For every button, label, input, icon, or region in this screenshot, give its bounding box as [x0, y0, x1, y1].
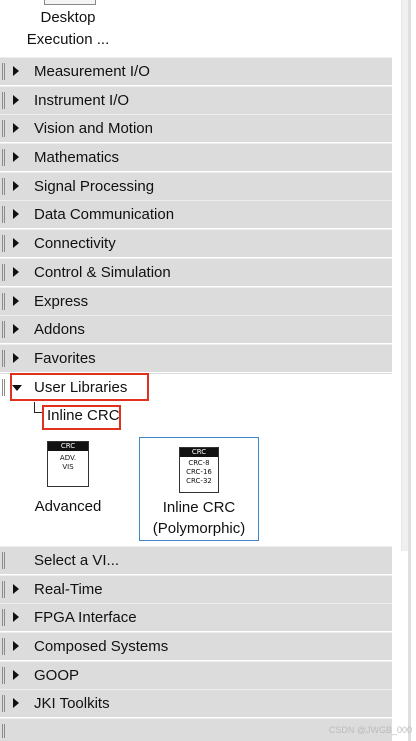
drag-grip-icon[interactable]: [2, 379, 5, 396]
drag-grip-icon[interactable]: [2, 63, 5, 80]
expand-arrow-icon[interactable]: [13, 152, 19, 162]
expand-arrow-icon[interactable]: [13, 641, 19, 651]
palette-row-favorites[interactable]: Favorites: [0, 344, 392, 372]
desktop-execution-icon: [44, 0, 96, 5]
icon-header: CRC: [180, 448, 218, 457]
row-label: Addons: [34, 321, 85, 338]
palette-row-control-simulation[interactable]: Control & Simulation: [0, 258, 392, 286]
drag-grip-icon[interactable]: [2, 178, 5, 195]
expand-arrow-icon[interactable]: [13, 584, 19, 594]
row-label: Express: [34, 293, 89, 310]
drag-grip-icon[interactable]: [2, 235, 5, 252]
expand-arrow-icon[interactable]: [13, 123, 19, 133]
expand-arrow-icon[interactable]: [13, 267, 19, 277]
row-label: Vision and Motion: [34, 120, 153, 137]
icon-text: CRC-32: [186, 477, 212, 485]
palette-row-express[interactable]: Express: [0, 287, 392, 315]
drag-grip-icon[interactable]: [2, 120, 5, 137]
advanced-vi-icon: CRC ADV. VIS: [47, 441, 89, 487]
palette-row-goop[interactable]: GOOP: [0, 661, 392, 689]
expand-arrow-icon[interactable]: [13, 296, 19, 306]
drag-grip-icon[interactable]: [2, 149, 5, 166]
drag-grip-icon[interactable]: [2, 206, 5, 223]
palette-row-real-time[interactable]: Real-Time: [0, 575, 392, 603]
drag-grip-icon: [2, 724, 5, 738]
row-label: Data Communication: [34, 206, 175, 223]
row-label: Mathematics: [34, 149, 120, 166]
row-label: FPGA Interface: [34, 609, 137, 626]
palette-row-addons[interactable]: Addons: [0, 315, 392, 343]
row-label: Instrument I/O: [34, 92, 130, 109]
desktop-execution-item[interactable]: Desktop Execution ...: [0, 0, 392, 56]
highlight-box-inline-crc: [42, 405, 121, 430]
desktop-execution-label-line2: Execution ...: [26, 31, 110, 48]
drag-grip-icon[interactable]: [2, 293, 5, 310]
drag-grip-icon[interactable]: [2, 350, 5, 367]
expand-arrow-icon[interactable]: [13, 612, 19, 622]
drag-grip-icon[interactable]: [2, 264, 5, 281]
row-label: Composed Systems: [34, 638, 169, 655]
expand-arrow-icon[interactable]: [13, 670, 19, 680]
palette-row-instrument-io[interactable]: Instrument I/O: [0, 86, 392, 114]
palette-row-fpga-interface[interactable]: FPGA Interface: [0, 603, 392, 631]
palette-row-vision-motion[interactable]: Vision and Motion: [0, 114, 392, 142]
vi-inline-crc-polymorphic[interactable]: CRC CRC-8 CRC-16 CRC-32 Inline CRC (Poly…: [139, 437, 259, 541]
drag-grip-icon[interactable]: [2, 92, 5, 109]
drag-grip-icon[interactable]: [2, 638, 5, 655]
desktop-execution-label-line1: Desktop: [40, 9, 96, 26]
watermark-text: CSDN @JWGB_000: [328, 725, 412, 735]
palette-row-measurement-io[interactable]: Measurement I/O: [0, 57, 392, 85]
drag-grip-icon[interactable]: [2, 695, 5, 712]
drag-grip-icon[interactable]: [2, 667, 5, 684]
expand-arrow-icon[interactable]: [13, 95, 19, 105]
vi-label: Advanced: [34, 498, 102, 515]
expand-arrow-icon[interactable]: [13, 66, 19, 76]
palette-row-mathematics[interactable]: Mathematics: [0, 143, 392, 171]
row-label: Measurement I/O: [34, 63, 150, 80]
drag-grip-icon[interactable]: [2, 581, 5, 598]
expand-arrow-icon[interactable]: [13, 238, 19, 248]
expand-arrow-icon[interactable]: [13, 181, 19, 191]
row-label: Real-Time: [34, 581, 103, 598]
drag-grip-icon[interactable]: [2, 321, 5, 338]
icon-text: VIS: [62, 463, 74, 471]
icon-text: CRC-16: [186, 468, 212, 476]
palette-row-composed-systems[interactable]: Composed Systems: [0, 632, 392, 660]
drag-grip-icon[interactable]: [2, 552, 5, 569]
icon-text: CRC-8: [188, 459, 210, 467]
expand-arrow-icon[interactable]: [13, 698, 19, 708]
palette-row-connectivity[interactable]: Connectivity: [0, 229, 392, 257]
row-label: Select a VI...: [34, 552, 120, 569]
row-label: Control & Simulation: [34, 264, 171, 281]
scrollbar-edge: [408, 0, 411, 741]
expand-arrow-icon[interactable]: [13, 209, 19, 219]
row-label: Signal Processing: [34, 178, 155, 195]
highlight-box-user-libraries: [10, 373, 149, 401]
palette-row-data-communication[interactable]: Data Communication: [0, 200, 392, 228]
drag-grip-icon[interactable]: [2, 609, 5, 626]
row-label: GOOP: [34, 667, 80, 684]
row-label: JKI Toolkits: [34, 695, 110, 712]
icon-text: ADV.: [59, 454, 77, 462]
row-label: Favorites: [34, 350, 96, 367]
row-label: Connectivity: [34, 235, 116, 252]
expand-arrow-icon[interactable]: [13, 353, 19, 363]
inline-crc-vi-icon: CRC CRC-8 CRC-16 CRC-32: [179, 447, 219, 493]
vi-label-line2: (Polymorphic): [152, 520, 246, 537]
icon-header: CRC: [48, 442, 88, 451]
palette-row-jki-toolkits[interactable]: JKI Toolkits: [0, 689, 392, 717]
vi-advanced[interactable]: CRC ADV. VIS Advanced: [22, 441, 114, 517]
vi-label-line1: Inline CRC: [162, 499, 236, 516]
expand-arrow-icon[interactable]: [13, 324, 19, 334]
palette-row-signal-processing[interactable]: Signal Processing: [0, 172, 392, 200]
palette-row-select-vi[interactable]: Select a VI...: [0, 546, 392, 574]
